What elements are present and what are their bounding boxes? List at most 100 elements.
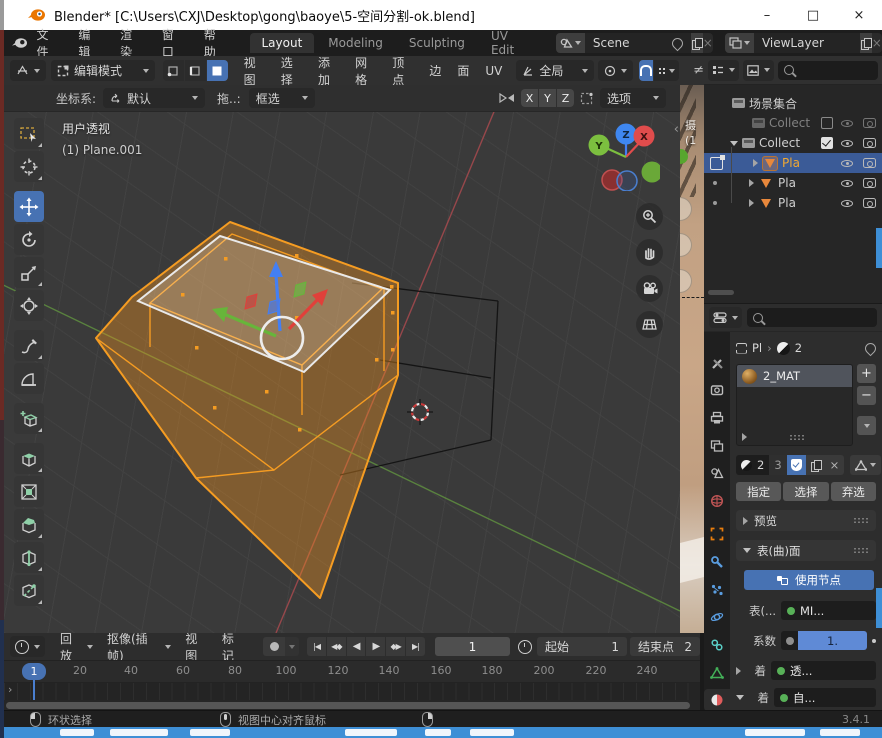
tool-bevel[interactable] <box>14 509 44 540</box>
eye-icon[interactable] <box>841 176 855 190</box>
tab-modifiers[interactable] <box>704 551 730 573</box>
shader2-field[interactable]: 自... <box>774 688 876 707</box>
unlink-material-button[interactable]: × <box>825 455 845 475</box>
outliner-scrollbar[interactable] <box>708 290 734 295</box>
outliner-row-collection-1[interactable]: Collect <box>704 113 882 133</box>
auto-key-dropdown[interactable] <box>285 637 299 656</box>
menu-edit[interactable]: 编辑 <box>68 30 110 56</box>
menu-edge[interactable]: 边 <box>421 62 449 79</box>
tab-constraints[interactable] <box>704 634 730 656</box>
vertex-select-button[interactable] <box>163 60 184 81</box>
material-name-field[interactable]: 2 <box>736 455 769 475</box>
tab-layout[interactable]: Layout <box>250 33 315 53</box>
play-reverse-button[interactable]: ◀ <box>347 637 366 656</box>
remove-slot-button[interactable]: − <box>857 386 876 405</box>
eye-icon[interactable] <box>841 116 855 130</box>
menu-marker[interactable]: 标记 <box>215 633 252 661</box>
assign-button[interactable]: 指定 <box>736 482 781 501</box>
menu-render[interactable]: 渲染 <box>110 30 152 56</box>
menu-view[interactable]: 视图 <box>236 56 273 86</box>
eye-icon[interactable] <box>841 156 855 170</box>
tab-uv-edit[interactable]: UV Edit <box>479 26 543 60</box>
tool-rotate[interactable] <box>14 224 44 255</box>
keyframe-dot-icon[interactable] <box>872 639 876 643</box>
scene-canvas[interactable] <box>4 85 680 633</box>
tab-world[interactable] <box>704 490 730 512</box>
viewlayer-copy-button[interactable] <box>860 33 872 53</box>
tab-output[interactable] <box>704 407 730 429</box>
current-frame-pill[interactable]: 1 <box>22 663 46 680</box>
deselect-button[interactable]: 弃选 <box>831 482 876 501</box>
tool-box-select[interactable] <box>14 118 44 149</box>
gizmo-axis-y-neg[interactable] <box>642 162 661 183</box>
camera-button-fragment[interactable] <box>680 269 692 293</box>
eye-icon[interactable] <box>841 136 855 150</box>
viewport-3d[interactable]: 坐标系: 默认 拖..: 框选 X Y Z 选项 <box>4 85 680 633</box>
mirror-icon[interactable] <box>499 92 515 104</box>
menu-file[interactable]: 文件 <box>27 30 69 56</box>
users-count-badge[interactable]: 3 <box>769 455 786 475</box>
eye-icon[interactable] <box>841 196 855 210</box>
camera-restrict-icon[interactable] <box>863 118 876 128</box>
outliner-row-scene-collection[interactable]: 场景集合 <box>704 93 882 113</box>
tab-object-data[interactable] <box>704 662 730 684</box>
jump-end-button[interactable]: ▶| <box>406 637 425 656</box>
camera-restrict-icon[interactable] <box>863 158 876 168</box>
camera-view-button[interactable] <box>636 275 663 302</box>
mode-selector[interactable]: 编辑模式 <box>51 60 155 81</box>
tool-loop-cut[interactable] <box>14 542 44 573</box>
menu-face[interactable]: 面 <box>449 62 477 79</box>
edge-select-button[interactable] <box>185 60 206 81</box>
material-specials-dropdown[interactable] <box>850 455 881 475</box>
camera-restrict-icon[interactable] <box>863 198 876 208</box>
properties-search-input[interactable] <box>747 308 877 327</box>
ortho-toggle-button[interactable] <box>636 311 663 338</box>
editor-type-selector[interactable] <box>10 60 46 81</box>
tool-transform[interactable] <box>14 290 44 321</box>
viewlayer-remove-button[interactable]: × <box>872 33 882 53</box>
menu-vertex[interactable]: 顶点 <box>384 56 421 86</box>
material-slot-active[interactable]: 2_MAT <box>737 365 852 387</box>
scene-unlink-button[interactable]: × <box>703 33 713 53</box>
jump-start-button[interactable]: |◀ <box>307 637 326 656</box>
timeline-editor-type[interactable] <box>10 636 45 657</box>
pivot-selector[interactable] <box>598 60 633 81</box>
viewlayer-name[interactable]: ViewLayer <box>754 33 860 53</box>
scene-name[interactable]: Scene <box>585 33 691 53</box>
drag-mode-selector[interactable]: 框选 <box>249 88 315 108</box>
play-button[interactable]: ▶ <box>366 637 385 656</box>
frame-end-field[interactable]: 结束点2 <box>630 637 700 656</box>
tab-particles[interactable] <box>704 579 730 601</box>
breadcrumb-object[interactable]: Pl <box>752 341 762 355</box>
expand-right-icon[interactable] <box>749 199 754 207</box>
playhead[interactable] <box>33 678 35 700</box>
copy-material-button[interactable] <box>806 455 825 475</box>
menu-timeline-view[interactable]: 视图 <box>178 633 215 661</box>
frame-start-field[interactable]: 起始1 <box>537 637 627 656</box>
select-button[interactable]: 选择 <box>783 482 828 501</box>
channel-expand-icon[interactable]: › <box>8 683 12 696</box>
use-nodes-button[interactable]: 使用节点 <box>744 570 874 590</box>
navigation-gizmo[interactable]: Z X Y <box>582 117 660 194</box>
region-collapse-icon[interactable]: ‹ <box>674 122 679 137</box>
outliner-display-mode[interactable] <box>708 60 739 81</box>
camera-restrict-icon[interactable] <box>863 138 876 148</box>
scrollbar-thumb[interactable] <box>6 702 690 709</box>
mirror-y-button[interactable]: Y <box>539 89 556 107</box>
outliner-search-input[interactable] <box>778 61 878 80</box>
tool-add-cube[interactable] <box>14 403 44 434</box>
tab-tool[interactable] <box>704 352 730 374</box>
preview-panel-header[interactable]: 预览 <box>736 510 876 531</box>
orientation-selector[interactable]: 全局 <box>516 60 593 81</box>
camera-restrict-icon[interactable] <box>863 178 876 188</box>
pan-button-fragment[interactable] <box>680 233 692 257</box>
tab-object[interactable] <box>704 524 730 546</box>
maximize-button[interactable]: □ <box>790 0 836 30</box>
mirror-z-button[interactable]: Z <box>557 89 574 107</box>
menu-add[interactable]: 添加 <box>310 56 347 86</box>
shader1-field[interactable]: 透... <box>771 661 876 680</box>
scene-browse-button[interactable] <box>556 33 585 53</box>
tab-sculpting[interactable]: Sculpting <box>397 33 477 53</box>
options-dropdown[interactable]: 选项 <box>600 88 666 108</box>
material-slot-list[interactable]: 2_MAT <box>736 364 853 446</box>
